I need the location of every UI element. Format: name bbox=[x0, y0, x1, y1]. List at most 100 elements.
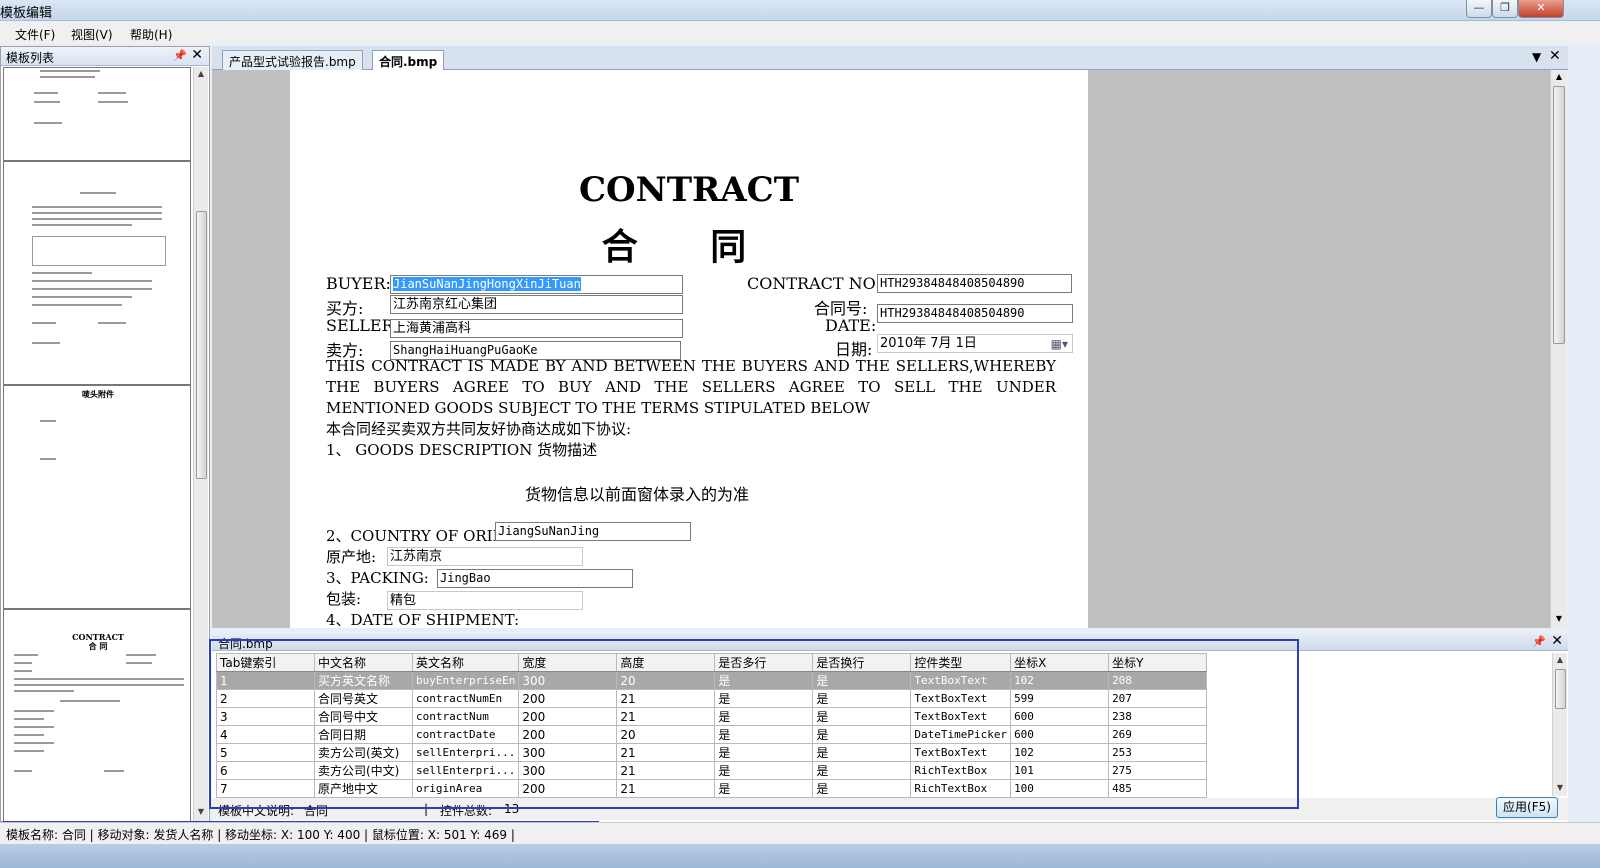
template-list-scrollbar[interactable]: ▲ ▼ bbox=[193, 67, 208, 821]
column-header[interactable]: Tab键索引 bbox=[216, 653, 315, 672]
table-cell[interactable]: TextBoxText bbox=[910, 707, 1012, 726]
table-cell[interactable]: 208 bbox=[1108, 671, 1208, 690]
table-cell[interactable]: 是 bbox=[714, 761, 814, 780]
table-cell[interactable]: 200 bbox=[518, 707, 618, 726]
tab-dropdown-icon[interactable]: ▼ bbox=[1532, 50, 1541, 64]
table-cell[interactable]: 合同日期 bbox=[314, 725, 413, 744]
table-cell[interactable]: 600 bbox=[1010, 707, 1110, 726]
table-cell[interactable]: 是 bbox=[812, 707, 912, 726]
table-cell[interactable]: 20 bbox=[616, 725, 716, 744]
table-row[interactable]: 1 买方英文名称 buyEnterpriseEn 300 20 是是 TextBoxText… bbox=[216, 671, 1208, 690]
table-cell[interactable]: contractDate bbox=[411, 725, 520, 744]
table-cell[interactable]: 2 bbox=[216, 689, 315, 708]
table-cell[interactable]: 200 bbox=[518, 689, 618, 708]
table-cell[interactable]: sellEnterpri... bbox=[411, 743, 520, 762]
table-cell[interactable]: 102 bbox=[1010, 743, 1110, 762]
table-cell[interactable]: 买方英文名称 bbox=[314, 671, 413, 690]
table-cell[interactable]: 是 bbox=[714, 743, 814, 762]
table-cell[interactable]: 207 bbox=[1108, 689, 1208, 708]
scroll-down-icon[interactable]: ▼ bbox=[194, 805, 208, 819]
table-cell[interactable]: 599 bbox=[1010, 689, 1110, 708]
table-cell[interactable]: 21 bbox=[616, 689, 716, 708]
table-cell[interactable]: 是 bbox=[714, 779, 814, 798]
column-header[interactable]: 坐标X bbox=[1010, 653, 1110, 672]
column-header[interactable]: 宽度 bbox=[518, 653, 618, 672]
column-header[interactable]: 控件类型 bbox=[910, 653, 1012, 672]
column-header[interactable]: 高度 bbox=[616, 653, 716, 672]
table-cell[interactable]: TextBoxText bbox=[910, 671, 1012, 690]
buyer-cn-field[interactable]: 江苏南京红心集团 bbox=[390, 295, 683, 314]
table-cell[interactable]: 101 bbox=[1010, 761, 1110, 780]
menu-view[interactable]: 视图(V) bbox=[71, 26, 113, 43]
scroll-up-icon[interactable]: ▲ bbox=[194, 67, 208, 81]
table-cell[interactable]: 是 bbox=[812, 743, 912, 762]
table-row[interactable]: 7 原产地中文 originArea 200 21 是是 RichTextBox 100 485 bbox=[216, 779, 1208, 798]
origin-field[interactable]: 江苏南京 bbox=[387, 547, 583, 566]
menu-help[interactable]: 帮助(H) bbox=[130, 26, 172, 43]
table-row[interactable]: 5 卖方公司(英文) sellEnterpri... 300 21 是是 TextBoxTe… bbox=[216, 743, 1208, 762]
table-cell[interactable]: 238 bbox=[1108, 707, 1208, 726]
table-cell[interactable]: 卖方公司(英文) bbox=[314, 743, 413, 762]
table-cell[interactable]: 300 bbox=[518, 743, 618, 762]
table-cell[interactable]: 原产地中文 bbox=[314, 779, 413, 798]
calendar-icon[interactable]: ▦▾ bbox=[1051, 336, 1068, 352]
template-thumbnail[interactable]: 唛头附件 bbox=[3, 385, 191, 609]
template-thumbnail[interactable] bbox=[3, 161, 191, 385]
table-cell[interactable]: 是 bbox=[812, 689, 912, 708]
column-header[interactable]: 中文名称 bbox=[314, 653, 413, 672]
buyer-en-field[interactable]: JianSuNanJingHongXinJiTuan bbox=[390, 275, 683, 294]
scroll-down-icon[interactable]: ▼ bbox=[1552, 612, 1566, 626]
table-cell[interactable]: 100 bbox=[1010, 779, 1110, 798]
table-cell[interactable]: originArea bbox=[411, 779, 520, 798]
template-thumbnail[interactable]: CONTRACT 合 同 bbox=[3, 609, 191, 822]
table-cell[interactable]: 300 bbox=[518, 671, 618, 690]
pin-icon[interactable]: 📌 bbox=[1532, 635, 1546, 648]
scroll-up-icon[interactable]: ▲ bbox=[1552, 70, 1566, 84]
contract-no-en-field[interactable]: HTH29384848408504890 bbox=[877, 274, 1072, 293]
table-cell[interactable]: 1 bbox=[216, 671, 315, 690]
close-icon[interactable]: ✕ bbox=[191, 47, 203, 63]
table-cell[interactable]: TextBoxText bbox=[910, 689, 1012, 708]
table-cell[interactable]: 是 bbox=[714, 707, 814, 726]
column-header[interactable]: 是否多行 bbox=[714, 653, 814, 672]
table-cell[interactable]: 合同号英文 bbox=[314, 689, 413, 708]
table-cell[interactable]: 是 bbox=[812, 761, 912, 780]
scroll-down-icon[interactable]: ▼ bbox=[1553, 781, 1567, 795]
contract-no-cn-field[interactable]: HTH29384848408504890 bbox=[877, 304, 1073, 323]
table-cell[interactable]: DateTimePicker bbox=[910, 725, 1012, 744]
table-cell[interactable]: contractNum bbox=[411, 707, 520, 726]
table-row[interactable]: 6 卖方公司(中文) sellEnterpri... 300 21 是是 RichTextB… bbox=[216, 761, 1208, 780]
contract-date-picker[interactable]: 2010年 7月 1日 ▦▾ bbox=[877, 334, 1073, 353]
table-cell[interactable]: 102 bbox=[1010, 671, 1110, 690]
scroll-thumb[interactable] bbox=[1553, 86, 1565, 344]
packing-field[interactable]: JingBao bbox=[437, 569, 633, 588]
scroll-thumb[interactable] bbox=[196, 211, 207, 479]
scroll-up-icon[interactable]: ▲ bbox=[1553, 653, 1567, 667]
table-cell[interactable]: RichTextBox bbox=[910, 779, 1012, 798]
tab-contract[interactable]: 合同.bmp bbox=[372, 50, 445, 71]
table-cell[interactable]: 275 bbox=[1108, 761, 1208, 780]
table-cell[interactable]: contractNumEn bbox=[411, 689, 520, 708]
country-field[interactable]: JiangSuNanJing bbox=[495, 522, 691, 541]
table-cell[interactable]: 600 bbox=[1010, 725, 1110, 744]
template-thumbnail[interactable] bbox=[3, 67, 191, 161]
table-cell[interactable]: TextBoxText bbox=[910, 743, 1012, 762]
tab-product-report[interactable]: 产品型式试验报告.bmp bbox=[222, 50, 363, 70]
table-cell[interactable]: 21 bbox=[616, 743, 716, 762]
column-header[interactable]: 是否换行 bbox=[812, 653, 912, 672]
table-cell[interactable]: 253 bbox=[1108, 743, 1208, 762]
table-cell[interactable]: 是 bbox=[714, 725, 814, 744]
table-cell[interactable]: 269 bbox=[1108, 725, 1208, 744]
table-cell[interactable]: 6 bbox=[216, 761, 315, 780]
column-header[interactable]: 坐标Y bbox=[1108, 653, 1208, 672]
table-cell[interactable]: 21 bbox=[616, 779, 716, 798]
grid-scrollbar[interactable]: ▲ ▼ bbox=[1552, 653, 1567, 796]
document-scrollbar[interactable]: ▲ ▼ bbox=[1550, 70, 1566, 628]
minimize-button[interactable]: — bbox=[1466, 0, 1492, 18]
table-row[interactable]: 4 合同日期 contractDate 200 20 是是 DateTimePicker 60… bbox=[216, 725, 1208, 744]
table-cell[interactable]: 21 bbox=[616, 761, 716, 780]
scroll-thumb[interactable] bbox=[1555, 669, 1566, 709]
seller-en-field[interactable]: 上海黄浦高科 bbox=[390, 319, 683, 338]
table-cell[interactable]: 合同号中文 bbox=[314, 707, 413, 726]
maximize-button[interactable]: ❐ bbox=[1492, 0, 1518, 18]
